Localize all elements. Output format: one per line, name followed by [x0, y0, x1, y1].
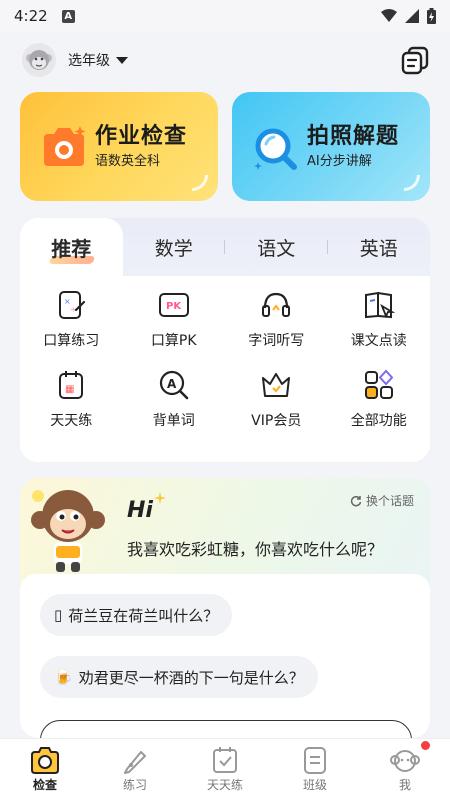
pencil-tag-icon	[124, 751, 146, 774]
func-dictation[interactable]: 字词听写	[225, 288, 328, 350]
word-search-icon: A	[159, 370, 189, 400]
avatar[interactable]	[22, 43, 56, 77]
nav-practice[interactable]: 练习	[90, 739, 180, 799]
func-text-read[interactable]: 课文点读	[328, 288, 431, 350]
tab-chinese[interactable]: 语文	[225, 218, 328, 276]
subject-tabs: 推荐 数学 语文 英语	[20, 218, 430, 276]
change-topic-button[interactable]: 换个话题	[350, 492, 414, 509]
svg-text:▦: ▦	[65, 384, 74, 395]
decor-curl	[404, 175, 420, 191]
grade-selector-label: 选年级	[68, 53, 110, 69]
notification-badge: A	[61, 9, 75, 23]
photo-solve-card[interactable]: 拍照解题 AI分步讲解	[232, 92, 430, 201]
bottom-nav: 检查 练习 天天练 班级 我	[0, 738, 450, 799]
suggestion-chip[interactable]: ▯ 荷兰豆在荷兰叫什么？	[40, 594, 233, 636]
class-icon	[304, 747, 326, 774]
func-label: 全部功能	[350, 413, 407, 429]
suggestion-chip[interactable]: 🍺 劝君更尽一杯酒的下一句是什么？	[40, 656, 318, 698]
vip-icon	[262, 373, 291, 397]
greeting-text: Hi	[127, 498, 153, 523]
nav-label: 我	[398, 778, 411, 792]
chat-input[interactable]	[40, 720, 412, 738]
nav-class[interactable]: 班级	[270, 739, 360, 799]
homework-check-title: 作业检查	[95, 124, 188, 149]
nav-label: 班级	[302, 778, 327, 792]
camera-icon	[44, 126, 86, 166]
nav-daily[interactable]: 天天练	[180, 739, 270, 799]
tab-label: 数学	[154, 237, 193, 260]
suggestion-emoji: ▯	[54, 606, 63, 624]
pk-icon: PK	[158, 293, 189, 317]
refresh-icon	[350, 495, 362, 506]
suggestion-emoji: 🍺	[54, 668, 73, 686]
oral-calc-icon: × ÷	[59, 291, 86, 319]
profile-icon	[390, 750, 420, 772]
func-label: 背单词	[152, 413, 195, 429]
func-label: 课文点读	[350, 333, 407, 349]
notification-dot	[421, 741, 430, 750]
photo-solve-subtitle: AI分步讲解	[307, 154, 372, 169]
monkey-avatar-icon	[26, 50, 52, 70]
tab-english[interactable]: 英语	[328, 218, 431, 276]
svg-text:A: A	[167, 377, 177, 391]
status-time: 4:22	[14, 7, 48, 25]
grade-selector[interactable]: 选年级	[68, 50, 128, 70]
function-grid: × ÷ 口算练习 PK 口算PK 字词听写 课文点读 ▦ 天天练 A 背单词 V…	[20, 288, 430, 430]
camera-icon	[31, 747, 59, 774]
wifi-icon	[381, 9, 397, 22]
func-label: VIP会员	[251, 413, 302, 429]
battery-icon	[427, 8, 436, 24]
func-label: 口算练习	[43, 333, 100, 349]
decor-curl	[192, 175, 208, 191]
photo-solve-title: 拍照解题	[307, 124, 400, 149]
nav-label: 练习	[122, 778, 147, 792]
nav-label: 天天练	[206, 778, 243, 792]
tab-label: 推荐	[51, 236, 92, 261]
suggestion-text: 荷兰豆在荷兰叫什么？	[68, 606, 219, 625]
func-label: 天天练	[50, 413, 93, 429]
chat-suggestions-area: ▯ 荷兰豆在荷兰叫什么？ 🍺 劝君更尽一杯酒的下一句是什么？	[20, 574, 430, 738]
change-topic-label: 换个话题	[365, 494, 414, 508]
function-panel: 推荐 数学 语文 英语 × ÷ 口算练习 PK 口算PK 字词听写 课文点读 ▦…	[20, 218, 430, 462]
func-vip[interactable]: VIP会员	[225, 368, 328, 430]
sparkle-icon	[154, 492, 166, 504]
monkey-mascot-icon	[31, 490, 105, 572]
func-words[interactable]: A 背单词	[123, 368, 226, 430]
calendar-icon: ▦	[59, 371, 84, 399]
status-bar: 4:22 A	[0, 0, 450, 32]
top-bar: 选年级	[22, 42, 430, 78]
suggestion-text: 劝君更尽一杯酒的下一句是什么？	[78, 668, 304, 687]
grid-icon	[364, 369, 394, 399]
link-note-icon[interactable]	[400, 45, 430, 75]
tab-recommend[interactable]: 推荐	[20, 218, 123, 276]
homework-check-card[interactable]: 作业检查 语数英全科	[20, 92, 218, 201]
nav-me[interactable]: 我	[360, 739, 450, 799]
func-label: 字词听写	[248, 333, 305, 349]
check-calendar-icon	[213, 747, 237, 773]
tab-math[interactable]: 数学	[123, 218, 225, 276]
nav-label: 检查	[32, 778, 57, 792]
homework-check-subtitle: 语数英全科	[95, 154, 161, 169]
func-all[interactable]: 全部功能	[328, 368, 431, 430]
nav-check[interactable]: 检查	[0, 739, 90, 799]
caret-down-icon	[116, 56, 128, 64]
chat-question: 我喜欢吃彩虹糖，你喜欢吃什么呢？	[127, 540, 384, 559]
tab-label: 英语	[359, 237, 398, 260]
func-oral-calc[interactable]: × ÷ 口算练习	[20, 288, 123, 350]
func-oral-pk[interactable]: PK 口算PK	[123, 288, 226, 350]
signal-icon	[405, 9, 419, 23]
headphones-icon	[262, 292, 291, 317]
func-daily-practice[interactable]: ▦ 天天练	[20, 368, 123, 430]
func-label: 口算PK	[150, 333, 197, 349]
svg-text:PK: PK	[166, 301, 182, 312]
tab-label: 语文	[257, 237, 296, 260]
magnifier-icon	[254, 128, 297, 170]
ai-chat-panel: Hi 换个话题 我喜欢吃彩虹糖，你喜欢吃什么呢？ ▯ 荷兰豆在荷兰叫什么？ 🍺 …	[20, 478, 430, 738]
book-point-icon	[364, 291, 395, 319]
